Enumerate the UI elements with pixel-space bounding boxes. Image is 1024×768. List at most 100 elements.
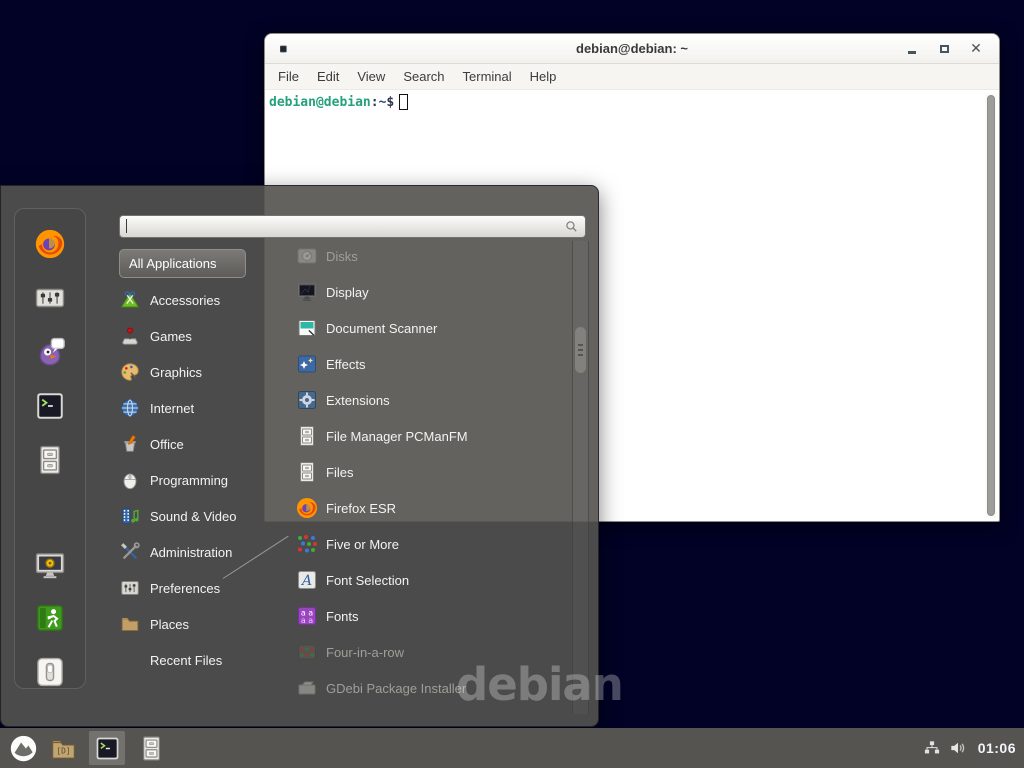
application-menu: All Applications Accessories Games Graphics… — [0, 185, 599, 727]
app-firefox-esr[interactable]: Firefox ESR — [265, 490, 567, 526]
pidgin-icon — [33, 335, 67, 369]
terminal-scrollbar[interactable] — [985, 93, 997, 518]
app-label: File Manager PCManFM — [326, 429, 468, 444]
firefox-icon — [295, 496, 319, 520]
terminal-titlebar[interactable]: debian@debian: ~ ✕ — [265, 34, 999, 64]
favorite-file-manager[interactable] — [33, 443, 67, 477]
prompt-path: ~ — [379, 95, 387, 110]
category-all-applications[interactable]: All Applications — [119, 249, 246, 278]
scanner-icon — [295, 316, 319, 340]
favorite-log-out[interactable] — [33, 601, 67, 635]
grip-line — [578, 344, 583, 346]
app-label: Fonts — [326, 609, 359, 624]
category-administration[interactable]: Administration — [119, 534, 264, 570]
category-label: Preferences — [150, 581, 220, 596]
clock[interactable]: 01:06 — [974, 740, 1016, 756]
favorites-panel — [14, 208, 86, 689]
grip-line — [578, 354, 583, 356]
menu-scrollbar[interactable] — [572, 241, 589, 714]
category-places[interactable]: Places — [119, 606, 264, 642]
grip-line — [578, 349, 583, 351]
five-icon — [295, 532, 319, 556]
gdebi-icon — [295, 676, 319, 700]
app-label: Extensions — [326, 393, 390, 408]
category-programming[interactable]: Programming — [119, 462, 264, 498]
search-icon — [563, 218, 580, 235]
category-accessories[interactable]: Accessories — [119, 282, 264, 318]
terminal-menu-terminal[interactable]: Terminal — [454, 66, 521, 87]
app-disks[interactable]: Disks — [265, 238, 567, 274]
app-font-selection[interactable]: AFont Selection — [265, 562, 567, 598]
extensions-icon — [295, 388, 319, 412]
favorite-terminal[interactable] — [33, 389, 67, 423]
terminal-window-icon — [276, 41, 292, 57]
category-label: Places — [150, 617, 189, 632]
office-icon — [119, 433, 141, 455]
app-display[interactable]: Display — [265, 274, 567, 310]
taskbar-files[interactable] — [134, 730, 168, 766]
app-files[interactable]: Files — [265, 454, 567, 490]
category-office[interactable]: Office — [119, 426, 264, 462]
category-graphics[interactable]: Graphics — [119, 354, 264, 390]
favorite-control-center[interactable] — [33, 281, 67, 315]
effects-icon — [295, 352, 319, 376]
favorite-firefox[interactable] — [33, 227, 67, 261]
cabinet-icon — [33, 443, 67, 477]
category-recent-files[interactable]: Recent Files — [119, 642, 264, 678]
terminal-menu-edit[interactable]: Edit — [308, 66, 348, 87]
app-fonts[interactable]: a aa aFonts — [265, 598, 567, 634]
close-button[interactable]: ✕ — [967, 40, 985, 58]
favorite-shut-down[interactable] — [33, 655, 67, 689]
category-label: Games — [150, 329, 192, 344]
minimize-button[interactable] — [903, 40, 921, 58]
taskbar-terminal[interactable] — [88, 730, 126, 766]
taskbar-menu-button[interactable] — [6, 730, 40, 766]
category-games[interactable]: Games — [119, 318, 264, 354]
terminal-window-title: debian@debian: ~ — [265, 41, 999, 56]
app-label: Files — [326, 465, 353, 480]
svg-text:[D]: [D] — [56, 746, 70, 755]
category-list: All Applications Accessories Games Graphics… — [119, 246, 264, 678]
favorite-lock-screen[interactable] — [33, 549, 67, 583]
taskbar-file-manager[interactable]: [D] — [46, 730, 80, 766]
category-label: Office — [150, 437, 184, 452]
category-preferences[interactable]: Preferences — [119, 570, 264, 606]
prompt-user: debian@debian — [269, 95, 371, 110]
terminal-prompt: debian@debian:~$ — [269, 94, 408, 110]
fourrow-icon — [295, 640, 319, 664]
terminal-menu-search[interactable]: Search — [394, 66, 453, 87]
category-internet[interactable]: Internet — [119, 390, 264, 426]
app-extensions[interactable]: Extensions — [265, 382, 567, 418]
app-gdebi-package-installer[interactable]: GDebi Package Installer — [265, 670, 567, 706]
terminal-icon — [33, 389, 67, 423]
volume-icon[interactable] — [948, 738, 968, 758]
games-icon — [119, 325, 141, 347]
fontsel-icon: A — [295, 568, 319, 592]
maximize-button[interactable] — [935, 40, 953, 58]
terminal-scrollbar-thumb[interactable] — [987, 95, 995, 516]
app-four-in-a-row[interactable]: Four-in-a-row — [265, 634, 567, 670]
terminal-menu-file[interactable]: File — [269, 66, 308, 87]
category-label: All Applications — [129, 256, 216, 271]
app-document-scanner[interactable]: Document Scanner — [265, 310, 567, 346]
shutdown-icon — [33, 655, 67, 689]
app-file-manager-pcmanfm[interactable]: File Manager PCManFM — [265, 418, 567, 454]
terminal-cursor — [399, 94, 408, 110]
minimize-icon — [908, 51, 916, 54]
cabinet-icon — [295, 460, 319, 484]
terminal-menu-help[interactable]: Help — [521, 66, 566, 87]
category-label: Graphics — [150, 365, 202, 380]
app-five-or-more[interactable]: Five or More — [265, 526, 567, 562]
disks-icon — [295, 244, 319, 268]
terminal-menu-view[interactable]: View — [348, 66, 394, 87]
menu-scrollbar-thumb[interactable] — [574, 326, 587, 374]
svg-text:A: A — [300, 573, 312, 589]
search-input[interactable] — [119, 215, 586, 238]
app-effects[interactable]: Effects — [265, 346, 567, 382]
favorite-pidgin[interactable] — [33, 335, 67, 369]
maximize-icon — [940, 45, 949, 53]
programming-icon — [119, 469, 141, 491]
svg-text:a a: a a — [301, 616, 313, 625]
network-icon[interactable] — [922, 738, 942, 758]
category-sound-video[interactable]: Sound & Video — [119, 498, 264, 534]
